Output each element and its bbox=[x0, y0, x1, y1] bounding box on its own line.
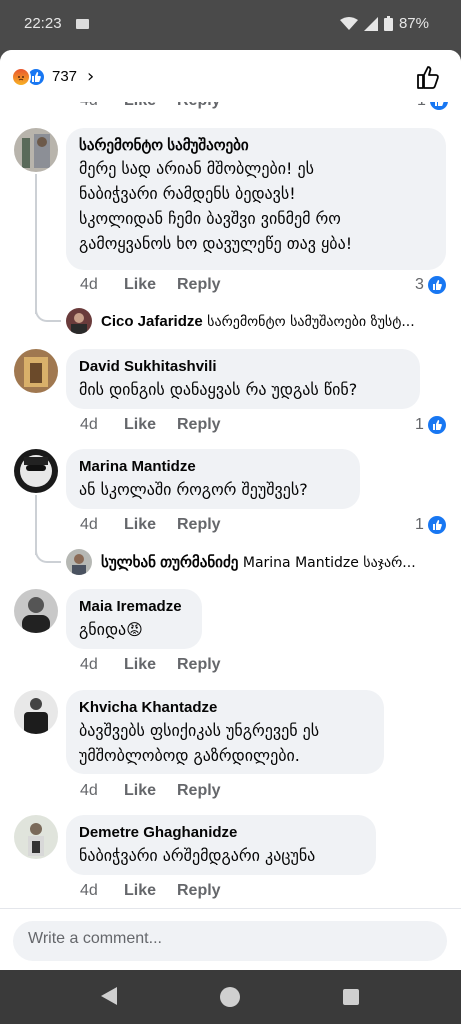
comment-like-count: 1 bbox=[415, 516, 446, 534]
comment-text: ან სკოლაში როგორ შეუშვეს? bbox=[79, 480, 308, 499]
comment-age: 4d bbox=[80, 882, 98, 899]
mail-icon bbox=[76, 19, 89, 29]
comment-composer: Write a comment... bbox=[0, 908, 461, 970]
thread-connector bbox=[35, 539, 61, 563]
reply-preview[interactable]: სულხან თურმანიძე Marina Mantidze საჯარ..… bbox=[101, 553, 416, 571]
comment-bubble[interactable]: სარემონტო სამუშაოები მერე სად არიან მშობ… bbox=[66, 128, 446, 270]
comment-author[interactable]: Khvicha Khantadze bbox=[79, 698, 372, 718]
thumbs-up-icon[interactable] bbox=[415, 64, 441, 90]
reply-link[interactable]: Reply bbox=[177, 276, 221, 294]
comment-author[interactable]: სარემონტო სამუშაოები bbox=[79, 136, 434, 156]
reply-link[interactable]: Reply bbox=[177, 882, 221, 900]
reply-text: სარემონტო სამუშაოები ზუსტ... bbox=[207, 314, 415, 330]
comment-bubble[interactable]: Khvicha Khantadze ბავშვებს ფსიქიკას უნგრ… bbox=[66, 690, 384, 774]
system-nav-bar bbox=[0, 970, 461, 1024]
comment-age: 4d bbox=[80, 656, 98, 673]
comment-meta: 4d Like Reply bbox=[80, 782, 221, 800]
thread-connector bbox=[35, 298, 61, 322]
avatar[interactable] bbox=[14, 690, 58, 734]
status-time: 22:23 bbox=[24, 15, 62, 32]
like-link[interactable]: Like bbox=[124, 416, 177, 434]
comment-meta: 4d Like Reply bbox=[80, 516, 221, 534]
battery-percent: 87% bbox=[398, 15, 429, 32]
comment-age: 4d bbox=[80, 416, 98, 433]
comment-text: ნაბიჭვარი რამდენს ბედავს! bbox=[79, 184, 296, 203]
comment-author[interactable]: Marina Mantidze bbox=[79, 457, 348, 477]
battery-icon bbox=[383, 16, 393, 31]
comment-text: ნაბიჭვარი არშემდგარი კაცუნა bbox=[79, 846, 316, 865]
home-icon[interactable] bbox=[220, 987, 240, 1007]
reply-link[interactable]: Reply bbox=[177, 656, 221, 674]
like-icon bbox=[427, 516, 446, 534]
comment-text: გნიდა😡 bbox=[79, 620, 143, 639]
reaction-count: 737 bbox=[52, 68, 78, 85]
comment-text: სკოლიდან ჩემი ბავშვი ვინმემ რო bbox=[79, 209, 341, 228]
reactions-summary[interactable]: 737 › bbox=[11, 66, 94, 87]
back-icon[interactable] bbox=[101, 987, 117, 1005]
reply-text: Marina Mantidze საჯარ... bbox=[242, 555, 416, 571]
chevron-right-icon: › bbox=[87, 66, 95, 87]
avatar[interactable] bbox=[14, 349, 58, 393]
comment-meta: 4d Like Reply bbox=[80, 656, 221, 674]
comment-age: 4d bbox=[80, 782, 98, 799]
comment-text: ბავშვებს ფსიქიკას უნგრევენ ეს bbox=[79, 721, 320, 740]
comment-bubble[interactable]: Maia Iremadze გნიდა😡 bbox=[66, 589, 202, 649]
reply-preview[interactable]: Cico Jafaridze სარემონტო სამუშაოები ზუსტ… bbox=[101, 313, 415, 330]
comment-bubble[interactable]: David Sukhitashvili მის დინგის დანაყვას … bbox=[66, 349, 420, 409]
like-link[interactable]: Like bbox=[124, 782, 177, 800]
reply-avatar[interactable] bbox=[66, 308, 92, 334]
comments-sheet: 4d Like Reply 1 სარემონტო სამუშაოები მერ… bbox=[0, 50, 461, 970]
like-link[interactable]: Like bbox=[124, 656, 177, 674]
avatar[interactable] bbox=[14, 128, 58, 172]
comment-text: უმშობლობოდ გაზრდილები. bbox=[79, 746, 300, 765]
signal-icon bbox=[363, 16, 378, 31]
like-link[interactable]: Like bbox=[124, 276, 177, 294]
comment-bubble[interactable]: Marina Mantidze ან სკოლაში როგორ შეუშვეს… bbox=[66, 449, 360, 509]
comment-age: 4d bbox=[80, 276, 98, 293]
recent-apps-icon[interactable] bbox=[343, 989, 359, 1005]
comment-text: მის დინგის დანაყვას რა უდგას წინ? bbox=[79, 380, 358, 399]
like-link[interactable]: Like bbox=[124, 516, 177, 534]
comment-meta: 4d Like Reply bbox=[80, 416, 221, 434]
thread-line bbox=[35, 174, 37, 314]
comment-like-count: 3 bbox=[415, 276, 446, 294]
like-icon bbox=[427, 276, 446, 294]
reactions-bar: 737 › bbox=[0, 50, 461, 102]
like-icon bbox=[427, 416, 446, 434]
reply-link[interactable]: Reply bbox=[177, 416, 221, 434]
avatar[interactable] bbox=[14, 449, 58, 493]
like-link[interactable]: Like bbox=[124, 882, 177, 900]
comment-input[interactable]: Write a comment... bbox=[13, 921, 447, 961]
reply-author: Cico Jafaridze bbox=[101, 313, 203, 330]
comment-author[interactable]: David Sukhitashvili bbox=[79, 357, 408, 377]
reply-link[interactable]: Reply bbox=[177, 516, 221, 534]
comment-bubble[interactable]: Demetre Ghaghanidze ნაბიჭვარი არშემდგარი… bbox=[66, 815, 376, 875]
comment-text: გამოყვანოს ხო დავულეწე თავ ყბა! bbox=[79, 234, 353, 253]
avatar[interactable] bbox=[14, 589, 58, 633]
status-right: 87% bbox=[339, 15, 429, 32]
status-bar: 22:23 87% bbox=[0, 0, 461, 50]
comment-meta: 4d Like Reply bbox=[80, 276, 221, 294]
comment-like-count: 1 bbox=[415, 416, 446, 434]
comment-age: 4d bbox=[80, 516, 98, 533]
angry-reaction-icon bbox=[11, 66, 31, 87]
wifi-icon bbox=[339, 16, 358, 30]
reply-avatar[interactable] bbox=[66, 549, 92, 575]
reply-link[interactable]: Reply bbox=[177, 782, 221, 800]
comment-text: მერე სად არიან მშობლები! ეს bbox=[79, 159, 314, 178]
comment-meta: 4d Like Reply bbox=[80, 882, 221, 900]
avatar[interactable] bbox=[14, 815, 58, 859]
comment-author[interactable]: Maia Iremadze bbox=[79, 597, 190, 617]
reply-author: სულხან თურმანიძე bbox=[101, 554, 239, 571]
comment-author[interactable]: Demetre Ghaghanidze bbox=[79, 823, 364, 843]
